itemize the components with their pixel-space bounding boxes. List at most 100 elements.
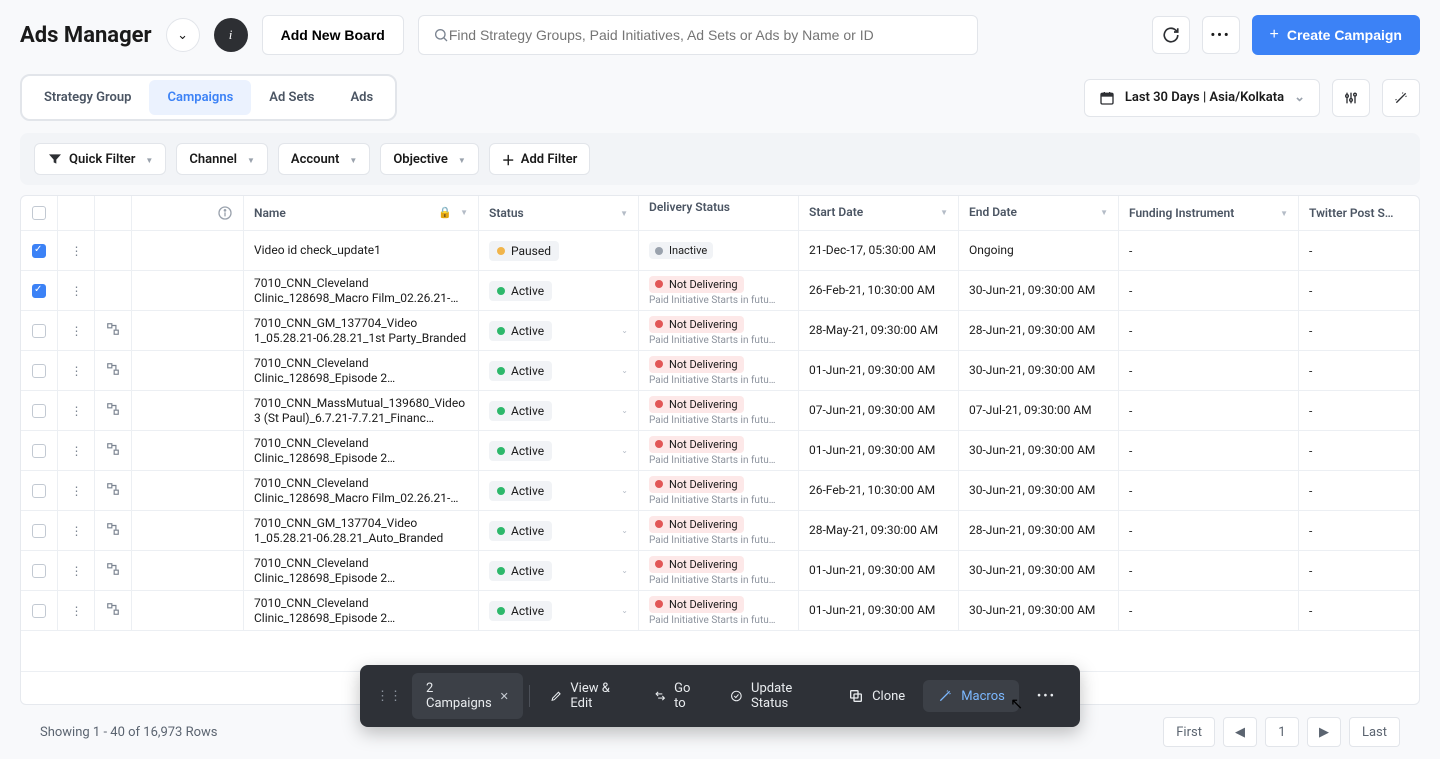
row-menu[interactable]: ⋮: [58, 391, 95, 430]
drag-handle-icon[interactable]: ⋮⋮: [370, 689, 408, 704]
tab-strategy-group[interactable]: Strategy Group: [26, 80, 149, 115]
page-prev[interactable]: ◀: [1223, 717, 1257, 747]
row-checkbox[interactable]: [32, 284, 46, 298]
quick-filter-button[interactable]: Quick Filter: [34, 143, 166, 175]
chevron-down-icon[interactable]: ⌄: [621, 606, 628, 615]
magic-button[interactable]: [1382, 79, 1420, 117]
hierarchy-icon[interactable]: [106, 322, 120, 339]
campaign-name[interactable]: 7010_CNN_Cleveland Clinic_128698_Episode…: [254, 556, 468, 586]
row-menu[interactable]: ⋮: [58, 351, 95, 390]
row-checkbox[interactable]: [32, 364, 46, 378]
row-menu[interactable]: ⋮: [58, 471, 95, 510]
row-menu[interactable]: ⋮: [58, 511, 95, 550]
col-name[interactable]: Name: [254, 206, 430, 221]
campaign-name[interactable]: 7010_CNN_Cleveland Clinic_128698_Episode…: [254, 356, 468, 386]
campaign-name[interactable]: 7010_CNN_Cleveland Clinic_128698_Macro F…: [254, 476, 468, 506]
campaign-name[interactable]: Video id check_update1: [254, 243, 381, 258]
row-menu[interactable]: ⋮: [58, 271, 95, 310]
search-input[interactable]: [449, 27, 963, 43]
col-twitter-post[interactable]: Twitter Post S…: [1309, 206, 1420, 220]
macros-button[interactable]: Macros: [923, 680, 1019, 712]
row-checkbox[interactable]: [32, 524, 46, 538]
row-menu[interactable]: ⋮: [58, 431, 95, 470]
clear-selection[interactable]: ✕: [500, 690, 509, 703]
row-checkbox[interactable]: [32, 604, 46, 618]
row-checkbox[interactable]: [32, 324, 46, 338]
page-next[interactable]: ▶: [1307, 717, 1341, 747]
date-range-picker[interactable]: Last 30 Days | Asia/Kolkata ⌄: [1084, 79, 1320, 117]
add-new-board-button[interactable]: Add New Board: [262, 15, 404, 55]
page-first[interactable]: First: [1163, 717, 1215, 747]
chevron-down-icon[interactable]: ⌄: [621, 526, 628, 535]
chevron-down-icon[interactable]: ⌄: [621, 406, 628, 415]
campaign-name[interactable]: 7010_CNN_Cleveland Clinic_128698_Episode…: [254, 436, 468, 466]
update-status-button[interactable]: Update Status: [716, 673, 830, 719]
row-menu[interactable]: ⋮: [58, 551, 95, 590]
calendar-icon: [1099, 90, 1115, 106]
page-current[interactable]: 1: [1265, 717, 1299, 747]
col-end-date[interactable]: End Date: [969, 205, 1100, 221]
start-date-cell: 01-Jun-21, 09:30:00 AM: [799, 551, 959, 590]
tab-ads[interactable]: Ads: [333, 80, 392, 115]
hierarchy-icon[interactable]: [106, 522, 120, 539]
row-checkbox[interactable]: [32, 404, 46, 418]
filter-account[interactable]: Account: [278, 143, 370, 175]
chevron-down-icon[interactable]: ⌄: [621, 566, 628, 575]
tab-ad-sets[interactable]: Ad Sets: [251, 80, 332, 115]
columns-settings-button[interactable]: [1332, 79, 1370, 117]
start-date-cell: 21-Dec-17, 05:30:00 AM: [799, 231, 959, 270]
hierarchy-icon[interactable]: [106, 442, 120, 459]
status-badge[interactable]: Active: [489, 521, 552, 541]
page-last[interactable]: Last: [1349, 717, 1400, 747]
row-checkbox[interactable]: [32, 484, 46, 498]
info-button[interactable]: i: [214, 18, 248, 52]
campaign-name[interactable]: 7010_CNN_Cleveland Clinic_128698_Episode…: [254, 596, 468, 626]
tab-campaigns[interactable]: Campaigns: [149, 80, 251, 115]
row-menu[interactable]: ⋮: [58, 311, 95, 350]
row-checkbox[interactable]: [32, 444, 46, 458]
hierarchy-icon[interactable]: [106, 562, 120, 579]
chevron-down-icon[interactable]: ⌄: [621, 326, 628, 335]
chevron-down-icon[interactable]: ⌄: [621, 486, 628, 495]
col-funding[interactable]: Funding Instrument: [1129, 206, 1280, 220]
copy-icon: [848, 688, 864, 704]
campaign-name[interactable]: 7010_CNN_GM_137704_Video 1_05.28.21-06.2…: [254, 316, 468, 346]
col-start-date[interactable]: Start Date: [809, 205, 940, 221]
campaign-name[interactable]: 7010_CNN_GM_137704_Video 1_05.28.21-06.2…: [254, 516, 468, 546]
refresh-button[interactable]: [1152, 16, 1190, 54]
status-badge[interactable]: Active: [489, 481, 552, 501]
col-delivery-status[interactable]: Delivery Status: [649, 200, 730, 226]
filter-channel[interactable]: Channel: [176, 143, 268, 175]
hierarchy-icon[interactable]: [106, 482, 120, 499]
col-status[interactable]: Status: [489, 206, 614, 220]
add-filter-button[interactable]: ＋Add Filter: [489, 143, 591, 175]
chevron-down-icon[interactable]: ⌄: [621, 366, 628, 375]
campaign-name[interactable]: 7010_CNN_MassMutual_139680_Video 3 (St P…: [254, 396, 468, 426]
more-button[interactable]: •••: [1202, 16, 1240, 54]
create-campaign-button[interactable]: Create Campaign: [1252, 15, 1421, 55]
filter-objective[interactable]: Objective: [380, 143, 478, 175]
status-badge[interactable]: Active: [489, 401, 552, 421]
row-menu[interactable]: ⋮: [58, 591, 95, 630]
select-all-checkbox[interactable]: [32, 206, 46, 220]
goto-button[interactable]: Go to: [640, 673, 713, 719]
row-checkbox[interactable]: [32, 244, 46, 258]
chevron-down-icon[interactable]: ⌄: [621, 446, 628, 455]
sort-icon[interactable]: ▼: [460, 208, 468, 218]
campaign-name[interactable]: 7010_CNN_Cleveland Clinic_128698_Macro F…: [254, 276, 468, 306]
row-checkbox[interactable]: [32, 564, 46, 578]
clone-button[interactable]: Clone: [834, 680, 919, 712]
status-badge[interactable]: Active: [489, 561, 552, 581]
status-badge[interactable]: Active: [489, 321, 552, 341]
status-badge[interactable]: Active: [489, 601, 552, 621]
row-menu[interactable]: ⋮: [58, 231, 95, 270]
hierarchy-icon[interactable]: [106, 362, 120, 379]
title-dropdown[interactable]: ⌄: [166, 18, 200, 52]
status-badge[interactable]: Active: [489, 361, 552, 381]
hierarchy-icon[interactable]: [106, 402, 120, 419]
check-circle-icon: [730, 688, 743, 704]
view-edit-button[interactable]: View & Edit: [536, 673, 636, 719]
status-badge[interactable]: Active: [489, 441, 552, 461]
hierarchy-icon[interactable]: [106, 602, 120, 619]
more-actions[interactable]: •••: [1023, 681, 1070, 712]
